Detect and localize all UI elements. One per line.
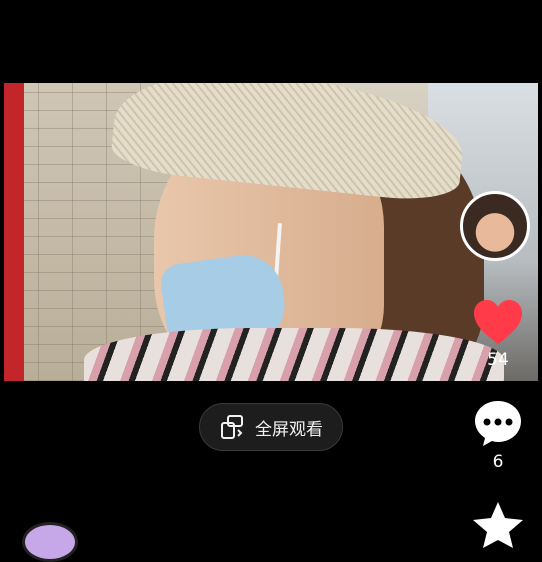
like-button[interactable]: 54 (468, 298, 528, 370)
fullscreen-button[interactable]: 全屏观看 (199, 403, 343, 451)
star-icon (473, 502, 523, 548)
rotate-screen-icon (221, 415, 243, 439)
video-player[interactable] (4, 83, 538, 381)
bottom-avatar[interactable] (22, 522, 78, 562)
comment-icon (475, 401, 521, 446)
fullscreen-label: 全屏观看 (255, 419, 323, 440)
heart-icon (474, 300, 522, 344)
video-frame-door (4, 83, 24, 381)
favorite-button[interactable] (468, 500, 528, 550)
author-avatar[interactable] (460, 191, 530, 261)
comment-count: 6 (492, 452, 504, 472)
comment-button[interactable]: 6 (468, 398, 528, 472)
like-count: 54 (487, 350, 509, 370)
video-frame-shirt (84, 328, 504, 381)
